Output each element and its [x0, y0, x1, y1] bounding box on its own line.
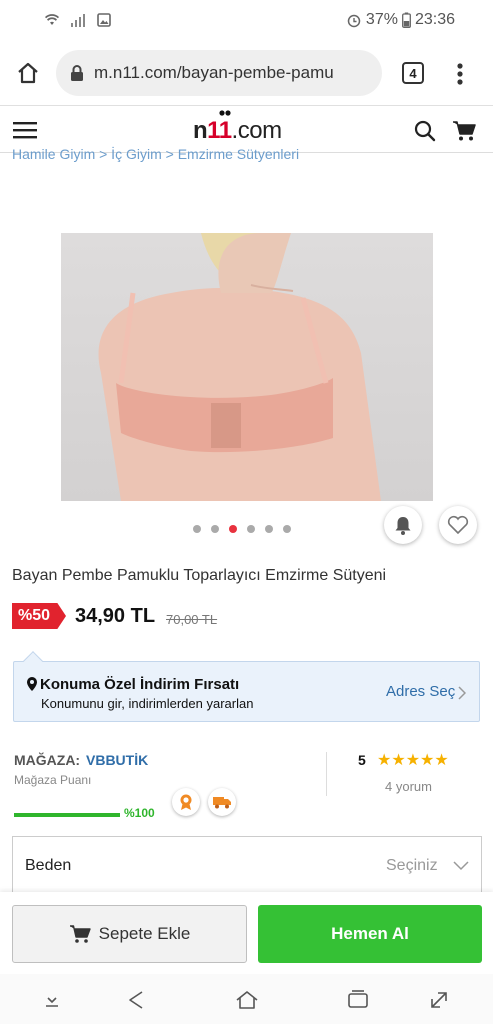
location-offer-title: Konuma Özel İndirim Fırsatı [40, 676, 240, 693]
banner-notch [23, 651, 43, 671]
alarm-icon [347, 14, 361, 28]
gallery-dot[interactable] [247, 525, 255, 533]
expand-icon[interactable] [427, 988, 451, 1012]
browser-toolbar: m.n11.com/bayan-pembe-pamu 4 [0, 40, 493, 106]
review-count-link[interactable]: 4 yorum [385, 779, 432, 794]
store-label: MAĞAZA: [14, 752, 81, 768]
ladybug-icon [219, 110, 231, 116]
product-image[interactable] [61, 233, 433, 501]
award-icon [180, 794, 192, 810]
download-icon[interactable] [40, 988, 64, 1012]
old-price: 70,00 TL [166, 612, 218, 627]
gallery-dot[interactable] [229, 525, 237, 533]
gallery-dot[interactable] [265, 525, 273, 533]
gallery-dot[interactable] [283, 525, 291, 533]
product-price: 34,90 TL [75, 605, 156, 627]
buy-now-button[interactable]: Hemen Al [258, 905, 482, 963]
purchase-action-bar: Sepete Ekle Hemen Al [0, 892, 493, 974]
lock-icon [71, 65, 83, 81]
price-alert-button[interactable] [384, 506, 422, 544]
location-offer-subtitle: Konumunu gir, indirimlerden yararlan [41, 696, 254, 711]
n11-logo[interactable]: n11.com [193, 117, 282, 145]
home-icon[interactable] [15, 60, 41, 86]
system-navigation-bar [0, 974, 493, 1024]
breadcrumb[interactable]: Hamile Giyim > İç Giyim > Emzirme Sütyen… [12, 146, 299, 164]
home-nav-icon[interactable] [235, 988, 259, 1012]
image-notification-icon [97, 13, 111, 27]
cart-icon[interactable] [452, 120, 476, 142]
url-text: m.n11.com/bayan-pembe-pamu [94, 63, 334, 82]
url-bar[interactable]: m.n11.com/bayan-pembe-pamu [56, 50, 382, 96]
size-label: Beden [25, 857, 72, 874]
discount-badge: %50 [12, 603, 66, 629]
cart-icon [69, 925, 91, 943]
product-title: Bayan Pembe Pamuklu Toparlayıcı Emzirme … [12, 567, 387, 584]
battery-percent: 37% [365, 11, 398, 28]
delivery-truck-icon [213, 797, 231, 809]
search-icon[interactable] [414, 120, 436, 142]
size-selector[interactable]: Beden Seçiniz [12, 836, 482, 892]
size-select-placeholder: Seçiniz [386, 857, 438, 874]
store-score-label: Mağaza Puanı [14, 773, 92, 787]
recent-apps-icon[interactable] [346, 988, 370, 1012]
battery-icon [402, 12, 411, 28]
wifi-icon [45, 14, 59, 25]
rating-value: 5 [358, 752, 366, 768]
divider [326, 752, 327, 796]
add-to-cart-button[interactable]: Sepete Ekle [12, 905, 247, 963]
select-address-link[interactable]: Adres Seç [386, 683, 455, 700]
add-to-cart-label: Sepete Ekle [98, 924, 191, 943]
gallery-pagination[interactable] [193, 525, 291, 533]
status-bar: 37% 23:36 [0, 0, 493, 40]
fast-shipping-badge[interactable] [208, 788, 236, 816]
clock: 23:36 [414, 11, 455, 28]
back-icon[interactable] [124, 988, 148, 1012]
bell-icon [395, 517, 411, 535]
location-offer-banner[interactable]: Konuma Özel İndirim Fırsatı Konumunu gir… [13, 651, 480, 722]
gallery-dot[interactable] [211, 525, 219, 533]
location-pin-icon [27, 677, 37, 691]
heart-icon [447, 515, 469, 535]
overflow-menu-icon[interactable] [456, 62, 464, 86]
star-rating: ★★★★★ [377, 752, 449, 769]
favorite-button[interactable] [439, 506, 477, 544]
store-score-bar [14, 813, 120, 817]
signal-icon [71, 14, 85, 27]
hamburger-menu-icon[interactable] [13, 121, 37, 139]
store-score-value: %100 [124, 806, 155, 820]
gallery-dot[interactable] [193, 525, 201, 533]
award-badge[interactable] [172, 788, 200, 816]
store-name-link[interactable]: VBBUTİK [86, 752, 148, 768]
product-photo-illustration [98, 233, 381, 501]
tab-switcher-button[interactable]: 4 [402, 62, 424, 84]
chevron-down-icon [453, 861, 469, 871]
chevron-right-icon [458, 686, 466, 700]
